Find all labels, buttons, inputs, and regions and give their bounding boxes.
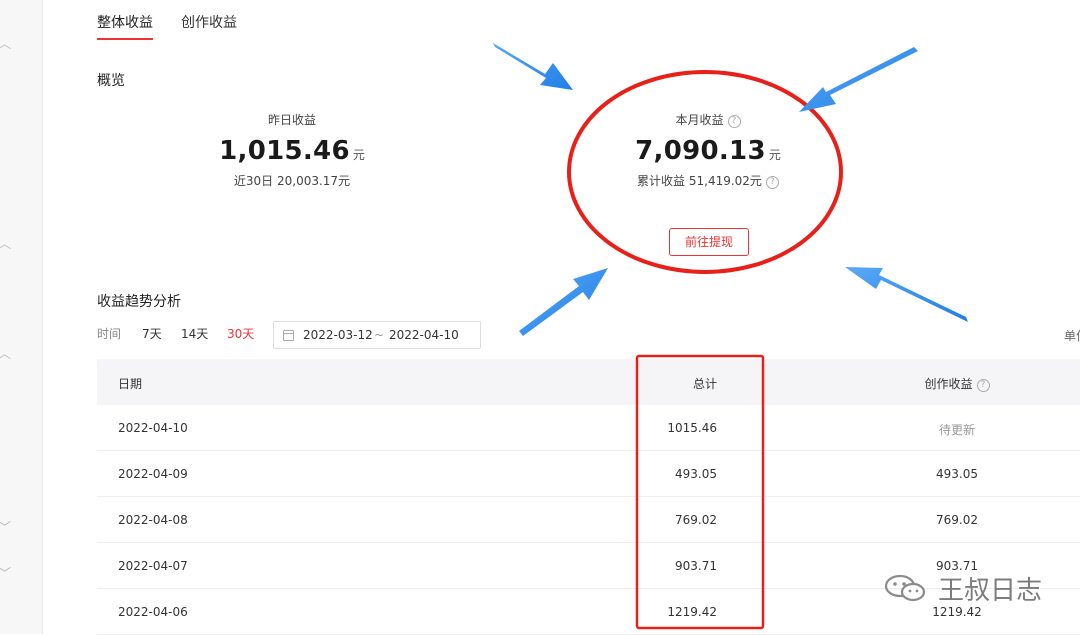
range-14-days[interactable]: 14天 xyxy=(181,325,208,342)
calendar-icon xyxy=(283,330,294,341)
column-header-creation-row: 创作收益? xyxy=(897,375,1017,392)
chevron-up-icon[interactable]: ︿ xyxy=(0,238,11,251)
yesterday-earnings-label: 昨日收益 xyxy=(267,113,316,127)
table-row: 2022-04-09 493.05 493.05 xyxy=(97,451,1080,497)
row-date: 2022-04-09 xyxy=(118,467,188,481)
table-row: 2022-04-08 769.02 769.02 xyxy=(97,497,1080,543)
time-label: 时间 xyxy=(97,327,122,341)
row-creation: 769.02 xyxy=(936,513,978,527)
cumulative-earnings: 累计收益 51,419.02元 xyxy=(637,174,762,188)
arrow-icon xyxy=(493,43,573,90)
row-total: 1219.42 xyxy=(667,605,717,619)
arrow-icon xyxy=(519,268,608,336)
withdraw-button[interactable]: 前往提现 xyxy=(669,228,749,256)
row-date: 2022-04-06 xyxy=(118,605,188,619)
chevron-up-icon[interactable]: ︿ xyxy=(0,38,11,51)
month-earnings-value: 7,090.13 xyxy=(635,136,766,166)
month-earnings-label-row: 本月收益? xyxy=(608,111,808,128)
arrow-icon xyxy=(799,47,918,112)
last-30-days-earnings: 近30日 20,003.17元 xyxy=(233,174,351,188)
month-earnings-value-row: 7,090.13 元 xyxy=(608,136,808,166)
table-row: 2022-04-10 1015.46 待更新 xyxy=(97,405,1080,451)
row-date: 2022-04-07 xyxy=(118,559,188,573)
help-icon[interactable]: ? xyxy=(765,176,779,189)
arrow-icon xyxy=(845,267,968,322)
cumulative-earnings-row: 累计收益 51,419.02元? xyxy=(608,172,808,189)
column-header-total: 总计 xyxy=(692,377,717,391)
tab-overall-earnings[interactable]: 整体收益 xyxy=(97,12,153,40)
wechat-icon xyxy=(884,574,926,601)
row-creation: 493.05 xyxy=(936,467,978,481)
month-earnings-label: 本月收益 xyxy=(675,113,724,127)
column-header-creation: 创作收益 xyxy=(924,377,973,391)
row-creation: 待更新 xyxy=(938,423,975,437)
range-7-days[interactable]: 7天 xyxy=(142,325,162,342)
date-range-picker[interactable]: 2022-03-12 ~ 2022-04-10 xyxy=(273,321,481,349)
yesterday-earnings-value-row: 1,015.46 元 xyxy=(192,136,392,166)
help-icon[interactable]: ? xyxy=(727,115,741,128)
chevron-down-icon[interactable]: ﹀ xyxy=(0,522,11,535)
date-separator: ~ xyxy=(374,328,385,342)
watermark: 王叔日志 xyxy=(882,570,1042,607)
unit-label: 单位 xyxy=(1064,329,1080,343)
row-total: 903.71 xyxy=(675,559,717,573)
left-sidebar: ︿ ︿ ︿ ﹀ ﹀ xyxy=(0,0,43,634)
row-total: 493.05 xyxy=(675,467,717,481)
table-header: 日期 总计 创作收益? xyxy=(97,359,1080,405)
row-date: 2022-04-08 xyxy=(118,513,188,527)
date-start: 2022-03-12 xyxy=(303,328,373,342)
row-total: 1015.46 xyxy=(667,421,717,435)
yesterday-earnings-unit: 元 xyxy=(352,148,365,162)
range-30-days[interactable]: 30天 xyxy=(227,325,254,342)
row-date: 2022-04-10 xyxy=(118,421,188,435)
row-total: 769.02 xyxy=(675,513,717,527)
watermark-text: 王叔日志 xyxy=(938,576,1043,606)
chevron-up-icon[interactable]: ︿ xyxy=(0,348,11,361)
column-header-date: 日期 xyxy=(118,377,143,391)
help-icon[interactable]: ? xyxy=(976,379,990,392)
chevron-down-icon[interactable]: ﹀ xyxy=(0,568,11,581)
month-earnings-card: 本月收益? 7,090.13 元 累计收益 51,419.02元? xyxy=(608,111,808,189)
overview-title: 概览 xyxy=(97,73,125,89)
tab-creation-earnings[interactable]: 创作收益 xyxy=(181,12,237,32)
yesterday-earnings-value: 1,015.46 xyxy=(219,136,350,166)
yesterday-earnings-card: 昨日收益 1,015.46 元 近30日 20,003.17元 xyxy=(192,111,392,189)
month-earnings-unit: 元 xyxy=(768,148,781,162)
row-creation: 1219.42 xyxy=(932,605,982,619)
date-end: 2022-04-10 xyxy=(389,328,459,342)
trend-analysis-title: 收益趋势分析 xyxy=(97,294,181,310)
